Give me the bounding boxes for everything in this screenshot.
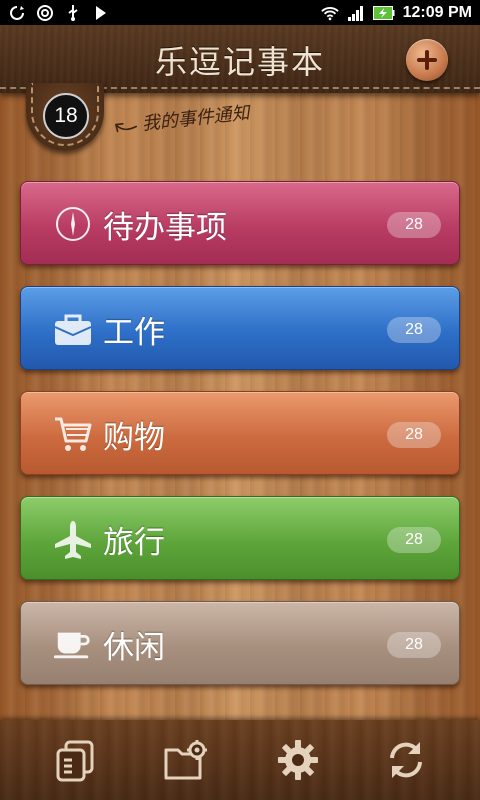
coffee-cup-icon [53, 624, 93, 664]
category-count: 28 [387, 422, 441, 448]
category-work[interactable]: 工作 28 [20, 286, 460, 370]
gear-icon [276, 738, 320, 782]
notification-hint-text: 我的事件通知 [140, 102, 251, 135]
category-count: 28 [387, 212, 441, 238]
arrow-left-icon [111, 114, 139, 135]
notes-list-icon [54, 738, 98, 782]
at-icon [36, 4, 54, 22]
cart-icon [53, 414, 93, 454]
category-list: 待办事项 28 工作 28 购物 28 旅行 28 休闲 28 [20, 181, 460, 706]
category-count: 28 [387, 527, 441, 553]
sync-icon [8, 4, 26, 22]
airplane-icon [53, 519, 93, 559]
status-time: 12:09 PM [402, 3, 472, 21]
main-content: 18 我的事件通知 待办事项 28 工作 28 购物 28 旅行 28 休闲 2… [0, 83, 480, 720]
category-todo[interactable]: 待办事项 28 [20, 181, 460, 265]
category-settings-button[interactable] [164, 738, 208, 782]
status-right-icons: 12:09 PM [320, 3, 480, 22]
bottom-toolbar [0, 720, 480, 800]
notification-count: 18 [43, 93, 89, 139]
add-button[interactable] [406, 39, 448, 81]
category-shopping[interactable]: 购物 28 [20, 391, 460, 475]
usb-icon [64, 4, 82, 22]
sync-button[interactable] [384, 738, 428, 782]
category-count: 28 [387, 632, 441, 658]
play-icon [92, 4, 110, 22]
category-label: 购物 [103, 420, 165, 456]
compass-icon [53, 204, 93, 244]
briefcase-icon [53, 309, 93, 349]
category-travel[interactable]: 旅行 28 [20, 496, 460, 580]
notes-list-button[interactable] [54, 738, 98, 782]
category-leisure[interactable]: 休闲 28 [20, 601, 460, 685]
plus-icon [416, 49, 438, 71]
wifi-icon [320, 4, 339, 22]
category-label: 待办事项 [103, 210, 227, 246]
category-count: 28 [387, 317, 441, 343]
notification-medallion[interactable]: 18 [26, 83, 104, 151]
battery-charging-icon [372, 4, 395, 22]
settings-button[interactable] [276, 738, 320, 782]
refresh-icon [384, 738, 428, 782]
category-label: 旅行 [103, 525, 165, 561]
status-bar: 12:09 PM [0, 0, 480, 25]
signal-icon [347, 4, 365, 22]
folder-settings-icon [163, 738, 209, 782]
notification-hint: 我的事件通知 [111, 99, 251, 139]
category-label: 工作 [103, 315, 165, 351]
status-left-icons [0, 4, 110, 22]
category-label: 休闲 [103, 630, 165, 666]
